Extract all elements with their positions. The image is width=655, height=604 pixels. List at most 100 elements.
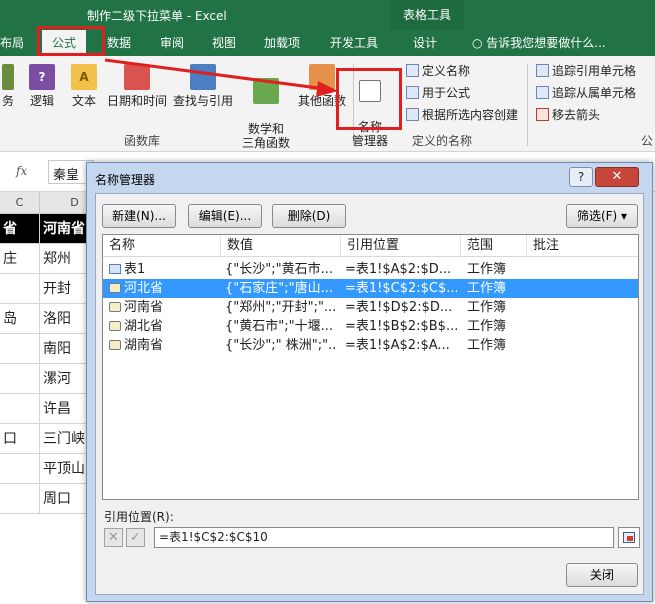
cell-c[interactable]	[0, 364, 40, 394]
cell-c[interactable]: 庄	[0, 244, 40, 274]
new-button[interactable]: 新建(N)...	[102, 204, 176, 228]
item-value: {"郑州";"开封";"...	[225, 300, 337, 315]
list-item-selected[interactable]: 河北省 {"石家庄";"唐山... =表1!$C$2:$C$... 工作簿	[103, 279, 638, 298]
column-name[interactable]: 名称	[103, 235, 221, 257]
cell-c[interactable]: 口	[0, 424, 40, 454]
tab-review[interactable]: 审阅	[160, 30, 184, 56]
ribbon-body: 务 ? 逻辑 A 文本 日期和时间 查找与引用 数学和 三角函数 其他函数 函数…	[0, 56, 655, 152]
cell-c[interactable]	[0, 274, 40, 304]
column-comment[interactable]: 批注	[527, 235, 638, 257]
close-button[interactable]: 关闭	[566, 563, 638, 587]
text-button[interactable]: A 文本	[66, 64, 102, 108]
datetime-button[interactable]: 日期和时间	[104, 64, 170, 108]
trace-dependents-button[interactable]: 追踪从属单元格	[536, 84, 636, 102]
item-name: 河南省	[124, 300, 164, 315]
list-item[interactable]: 湖南省 {"长沙";" 株洲";"... =表1!$A$2:$A... 工作簿	[103, 336, 638, 355]
trace-precedents-label: 追踪引用单元格	[552, 64, 637, 78]
cell-c[interactable]: 岛	[0, 304, 40, 334]
item-scope: 工作簿	[467, 281, 507, 296]
lightbulb-icon: ○	[472, 36, 487, 50]
remove-arrows-icon	[536, 108, 549, 121]
name-manager-dialog: 名称管理器 ? ✕ 新建(N)... 编辑(E)... 删除(D) 筛选(F) …	[86, 162, 653, 602]
group-separator	[527, 64, 528, 146]
refers-to-input[interactable]: =表1!$C$2:$C$10	[154, 527, 614, 548]
function-library-label: 函数库	[124, 134, 161, 148]
close-icon[interactable]: ✕	[595, 167, 639, 187]
item-name: 表1	[124, 262, 146, 277]
remove-arrows-button[interactable]: 移去箭头	[536, 106, 600, 124]
dialog-body: 新建(N)... 编辑(E)... 删除(D) 筛选(F) ▾ 名称 数值 引用…	[95, 193, 644, 595]
item-ref: =表1!$A$2:$A...	[345, 338, 450, 353]
delete-button[interactable]: 删除(D)	[272, 204, 346, 228]
create-from-selection-icon	[406, 108, 419, 121]
tab-developer[interactable]: 开发工具	[330, 30, 378, 56]
cell-c[interactable]	[0, 484, 40, 514]
use-in-formula-button[interactable]: 用于公式	[406, 84, 470, 102]
cell-c[interactable]	[0, 334, 40, 364]
tab-addins[interactable]: 加载项	[264, 30, 300, 56]
item-value: {"黄石市";"十堰...	[225, 319, 333, 334]
define-name-button[interactable]: 定义名称	[406, 62, 470, 80]
list-item[interactable]: 表1 {"长沙";"黄石市... =表1!$A$2:$D... 工作簿	[103, 260, 638, 279]
item-ref: =表1!$B$2:$B$...	[345, 319, 457, 334]
item-value: {"石家庄";"唐山...	[225, 281, 333, 296]
column-header-c[interactable]: C	[0, 192, 40, 214]
item-scope: 工作簿	[467, 319, 507, 334]
cell-c[interactable]	[0, 454, 40, 484]
refers-to-label: 引用位置(R):	[104, 510, 174, 524]
define-name-icon	[406, 64, 419, 77]
name-icon	[109, 283, 121, 293]
list-item[interactable]: 湖北省 {"黄石市";"十堰... =表1!$B$2:$B$... 工作簿	[103, 317, 638, 336]
math-trig-label: 数学和 三角函数	[241, 122, 290, 150]
item-ref: =表1!$A$2:$D...	[345, 262, 452, 277]
cell-header-c[interactable]: 省	[0, 214, 40, 244]
trace-dependents-label: 追踪从属单元格	[552, 86, 637, 100]
item-scope: 工作簿	[467, 300, 507, 315]
column-value[interactable]: 数值	[221, 235, 341, 257]
create-from-selection-label: 根据所选内容创建	[422, 108, 519, 122]
remove-arrows-label: 移去箭头	[552, 108, 601, 122]
trace-dependents-icon	[536, 86, 549, 99]
text-icon: A	[71, 64, 97, 90]
help-button[interactable]: ?	[569, 167, 593, 187]
fx-icon[interactable]: fx	[16, 164, 27, 178]
names-list[interactable]: 名称 数值 引用位置 范围 批注 表1 {"长沙";"黄石市... =表1!$A…	[102, 234, 639, 500]
tab-view[interactable]: 视图	[212, 30, 236, 56]
create-from-selection-button[interactable]: 根据所选内容创建	[406, 106, 518, 124]
item-scope: 工作簿	[467, 338, 507, 353]
item-ref: =表1!$C$2:$C$...	[345, 281, 457, 296]
tell-me-text: 告诉我您想要做什么...	[486, 36, 606, 50]
list-item[interactable]: 河南省 {"郑州";"开封";"... =表1!$D$2:$D... 工作簿	[103, 298, 638, 317]
item-scope: 工作簿	[467, 262, 507, 277]
formula-auditing-label: 公	[641, 134, 654, 148]
table-tools-tab: 表格工具	[390, 0, 464, 30]
edit-button[interactable]: 编辑(E)...	[188, 204, 262, 228]
confirm-edit-icon[interactable]: ✓	[126, 528, 145, 547]
use-in-formula-icon	[406, 86, 419, 99]
math-trig-button[interactable]: 数学和 三角函数	[236, 64, 296, 150]
tab-design[interactable]: 设计	[413, 30, 437, 56]
tab-layout[interactable]: 布局	[0, 30, 24, 56]
logical-label: 逻辑	[29, 94, 54, 108]
defined-names-label: 定义的名称	[412, 134, 473, 148]
financial-label: 务	[1, 94, 14, 108]
define-name-label: 定义名称	[422, 64, 471, 78]
math-icon	[253, 78, 279, 104]
column-refers-to[interactable]: 引用位置	[341, 235, 461, 257]
filter-button[interactable]: 筛选(F) ▾	[566, 204, 638, 228]
tell-me-box[interactable]: ○ 告诉我您想要做什么...	[472, 30, 606, 56]
trace-precedents-button[interactable]: 追踪引用单元格	[536, 62, 636, 80]
cell-c[interactable]	[0, 394, 40, 424]
table-icon	[109, 264, 121, 274]
logical-icon: ?	[29, 64, 55, 90]
tab-data[interactable]: 数据	[107, 30, 131, 56]
cancel-edit-icon[interactable]: ✕	[104, 528, 123, 547]
list-header: 名称 数值 引用位置 范围 批注	[103, 235, 638, 257]
lookup-button[interactable]: 查找与引用	[172, 64, 234, 108]
logical-button[interactable]: ? 逻辑	[24, 64, 60, 108]
collapse-dialog-icon[interactable]	[618, 527, 640, 548]
item-ref: =表1!$D$2:$D...	[345, 300, 453, 315]
name-icon	[109, 321, 121, 331]
column-scope[interactable]: 范围	[461, 235, 527, 257]
financial-button[interactable]: 务	[0, 64, 16, 108]
